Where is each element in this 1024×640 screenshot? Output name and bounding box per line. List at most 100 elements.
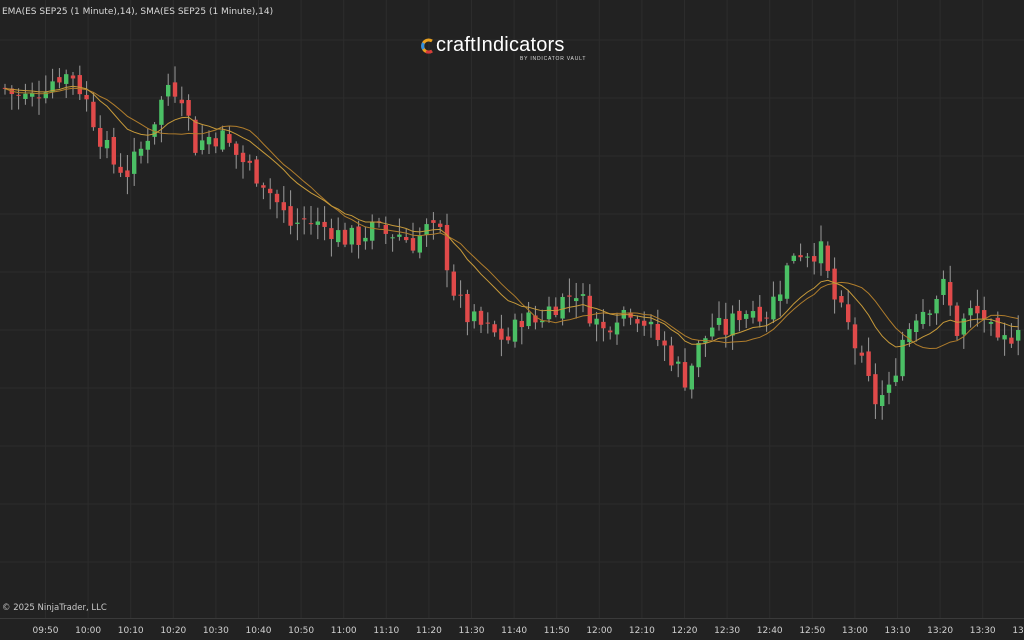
candle-down (111, 137, 116, 165)
chart-root: 09:50 10:00 10:10 10:20 10:30 10:40 10:50 11:00… (0, 0, 1024, 640)
candle-down (812, 256, 817, 262)
candle-up (594, 318, 599, 325)
candle-down (458, 294, 463, 296)
candle-down (764, 317, 769, 319)
candle-down (485, 322, 490, 324)
candle-down (948, 282, 953, 306)
candle-down (1009, 337, 1014, 344)
time-tick-label: 13:00 (842, 626, 868, 636)
logo-icon (421, 38, 433, 54)
time-tick-label: 11:30 (459, 626, 485, 636)
candle-up (512, 319, 518, 342)
candle-down (444, 224, 450, 271)
candle-up (64, 74, 69, 84)
candle-down (57, 77, 62, 83)
candle-down (669, 345, 674, 366)
candle-up (1002, 335, 1007, 340)
candle-down (601, 321, 606, 329)
candle-down (70, 75, 76, 79)
candle-up (941, 278, 946, 295)
candle-up (546, 306, 552, 320)
time-tick-label: 10:20 (160, 626, 186, 636)
candle-down (798, 255, 803, 258)
candle-up (1016, 329, 1021, 341)
price-chart[interactable]: 09:50 10:00 10:10 10:20 10:30 10:40 10:50 11:00… (0, 0, 1024, 640)
candle-down (36, 97, 42, 99)
candle-down (261, 185, 266, 188)
candle-down (995, 317, 1000, 338)
candle-up (104, 139, 110, 149)
candle-up (472, 311, 477, 322)
candle-up (315, 221, 320, 225)
candle-up (886, 384, 892, 393)
candle-up (336, 230, 341, 243)
time-tick-label: 10:30 (203, 626, 229, 636)
candle-up (710, 327, 715, 337)
candle-up (927, 313, 932, 315)
candle-down (179, 99, 184, 104)
candle-up (200, 140, 205, 150)
candle-down (16, 94, 21, 96)
candle-up (23, 93, 28, 99)
time-tick-label: 12:10 (629, 626, 655, 636)
candle-up (689, 365, 694, 390)
time-tick-label: 11:50 (544, 626, 570, 636)
candle-up (968, 308, 973, 316)
candle-up (934, 298, 939, 314)
time-tick-label: 11:10 (373, 626, 399, 636)
logo-subtitle: BY INDICATOR VAULT (520, 56, 587, 62)
candle-down (499, 328, 504, 340)
candle-down (213, 138, 218, 147)
candle-down (635, 319, 640, 324)
candle-down (839, 296, 844, 303)
candle-down (322, 221, 327, 227)
candle-down (404, 236, 409, 241)
candle-down (723, 318, 728, 335)
candle-down (240, 152, 246, 163)
candle-up (988, 322, 994, 324)
candle-down (118, 166, 123, 173)
candle-down (852, 324, 858, 349)
candle-down (587, 295, 592, 324)
candle-up (132, 151, 137, 174)
time-tick-label: 10:10 (118, 626, 144, 636)
candle-down (91, 101, 96, 128)
candle-up (880, 395, 885, 407)
candle-down (866, 351, 871, 376)
candle-up (648, 321, 654, 325)
candle-up (397, 234, 402, 237)
candle-down (859, 352, 864, 356)
time-tick-label: 12:40 (757, 626, 783, 636)
candle-down (302, 218, 307, 220)
candle-up (30, 93, 35, 97)
candle-down (268, 188, 273, 194)
candle-down (247, 160, 252, 163)
candle-up (750, 311, 756, 318)
candle-up (349, 227, 354, 245)
candle-down (465, 294, 470, 323)
candle-down (186, 100, 191, 116)
candle-down (682, 362, 688, 388)
candle-up (363, 237, 368, 242)
candle-down (329, 228, 334, 240)
candle-up (914, 320, 919, 333)
time-tick-label: 09:50 (33, 626, 59, 636)
logo-text: craftIndicators (436, 34, 565, 56)
time-tick-label: 13:30 (970, 626, 996, 636)
time-tick-label: 11:00 (331, 626, 357, 636)
time-tick-label: 12:20 (672, 626, 698, 636)
candle-down (234, 143, 239, 155)
candle-down (478, 310, 484, 325)
time-tick-label: 12:50 (799, 626, 825, 636)
candle-up (166, 84, 171, 97)
time-tick-label: 13:40 (1012, 626, 1024, 636)
candle-down (193, 119, 198, 153)
candle-up (560, 296, 565, 319)
candle-up (818, 241, 824, 264)
candle-down (172, 82, 178, 97)
time-tick-label: 12:30 (714, 626, 740, 636)
candle-down (281, 202, 286, 211)
candle-up (220, 130, 225, 150)
candle-up (390, 237, 395, 239)
candle-up (370, 221, 375, 241)
